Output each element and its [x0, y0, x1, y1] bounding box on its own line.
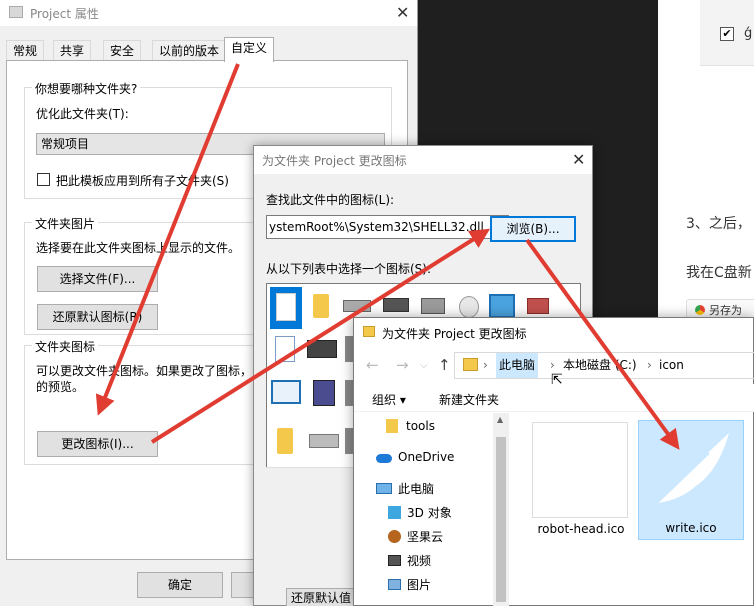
- breadcrumb-local-disk[interactable]: 本地磁盘 (C:): [563, 353, 637, 378]
- paint-icon[interactable]: [527, 298, 549, 314]
- command-bar: 组织 ▾ 新建文件夹: [354, 384, 754, 412]
- tree-item-pictures[interactable]: 图片: [407, 576, 431, 593]
- pictures-icon: [388, 579, 401, 590]
- breadcrumb-icon[interactable]: icon: [659, 353, 684, 378]
- mouse-cursor-icon: ⇱: [551, 372, 563, 388]
- folder-icon[interactable]: [277, 428, 293, 454]
- change-icon-button[interactable]: 更改图标(I)...: [37, 431, 158, 457]
- file-tile-write[interactable]: write.ico: [638, 420, 744, 540]
- restore-default-image-button[interactable]: 还原默认图标(R): [37, 304, 158, 330]
- folder-picture-title: 文件夹图片: [32, 215, 99, 232]
- background-checkbox[interactable]: ✔: [720, 27, 734, 41]
- chevron-right-icon: ›: [647, 358, 652, 372]
- video-icon: [388, 555, 401, 566]
- new-folder-button[interactable]: 新建文件夹: [439, 391, 499, 408]
- network-drive-icon[interactable]: [307, 340, 337, 358]
- optimize-value: 常规项目: [41, 137, 90, 151]
- icon-list-scrollbar[interactable]: [266, 467, 356, 483]
- drive-icon[interactable]: [343, 300, 371, 312]
- file-name-robot-head: robot-head.ico: [537, 522, 625, 536]
- scroll-up-icon[interactable]: ▲: [497, 415, 503, 424]
- tree-item-tools[interactable]: tools: [406, 419, 435, 433]
- change-icon-titlebar: 为文件夹 Project 更改图标 ✕: [254, 146, 592, 174]
- apply-template-checkbox[interactable]: [37, 173, 50, 186]
- article-line-2: 我在C盘新: [686, 265, 752, 281]
- article-line-1: 3、之后，: [686, 216, 751, 232]
- chevron-right-icon: ›: [483, 358, 488, 372]
- file-name-write: write.ico: [665, 521, 717, 535]
- tree-item-3d-objects[interactable]: 3D 对象: [407, 504, 452, 521]
- removable-drive-icon[interactable]: [309, 434, 339, 448]
- tree-item-nutstore[interactable]: 坚果云: [407, 528, 443, 545]
- select-icon-label: 从以下列表中选择一个图标(S):: [266, 262, 432, 276]
- monitor-icon[interactable]: [489, 294, 515, 318]
- cloud-icon: [376, 454, 392, 463]
- recent-chevron-icon[interactable]: ⌵: [420, 360, 428, 371]
- tab-sharing[interactable]: 共享: [53, 40, 92, 61]
- tree-item-onedrive[interactable]: OneDrive: [398, 450, 454, 464]
- computer-icon: [376, 483, 392, 494]
- folder-icon: [463, 358, 478, 371]
- tab-security[interactable]: 安全: [103, 40, 142, 61]
- properties-title: Project 属性: [30, 7, 99, 21]
- icon-file-path-input[interactable]: ystemRoot%\System32\SHELL32.dll: [266, 215, 509, 239]
- tree-scrollbar[interactable]: ▲: [493, 413, 509, 606]
- icon-desc-line1: 可以更改文件夹图标。如果更改了图标，: [36, 364, 253, 378]
- close-icon[interactable]: ✕: [572, 150, 585, 169]
- file-tile-robot-head[interactable]: robot-head.ico: [530, 422, 632, 540]
- folder-type-title: 你想要哪种文件夹?: [32, 80, 141, 97]
- folder-icon: [386, 419, 398, 433]
- background-checkbox-tail: ǵ: [744, 26, 753, 41]
- choose-file-desc: 选择要在此文件夹图标上显示的文件。: [36, 241, 241, 255]
- breadcrumb-this-pc[interactable]: 此电脑: [496, 353, 539, 378]
- tab-customize[interactable]: 自定义: [224, 37, 275, 62]
- folder-icon: [363, 326, 375, 337]
- window-icon[interactable]: [271, 380, 301, 404]
- folder-icon-title: 文件夹图标: [32, 338, 99, 355]
- folder-icon[interactable]: [313, 294, 329, 318]
- chip-icon[interactable]: [383, 298, 409, 312]
- tree-item-videos[interactable]: 视频: [407, 552, 431, 569]
- 3d-objects-icon: [388, 506, 401, 519]
- file-dialog-titlebar: 为文件夹 Project 更改图标: [354, 318, 753, 348]
- lookup-label: 查找此文件中的图标(L):: [266, 193, 395, 207]
- blank-document-icon[interactable]: [276, 293, 296, 321]
- change-icon-title: 为文件夹 Project 更改图标: [262, 154, 407, 168]
- clock-icon[interactable]: [459, 296, 479, 318]
- apply-template-label: 把此模板应用到所有子文件夹(S): [56, 174, 229, 188]
- choose-file-button[interactable]: 选择文件(F)...: [37, 266, 158, 292]
- address-bar[interactable]: › 此电脑 › 本地磁盘 (C:) › icon: [454, 352, 754, 379]
- navigation-tree: tools OneDrive 此电脑 3D 对象 坚果云 视频 图片 ▲: [354, 413, 509, 606]
- feather-icon: [656, 433, 729, 504]
- properties-titlebar: Project 属性 ✕: [0, 0, 417, 26]
- optimize-label: 优化此文件夹(T):: [36, 107, 129, 121]
- ok-button[interactable]: 确定: [137, 572, 223, 598]
- up-arrow-icon[interactable]: ↑: [438, 356, 451, 374]
- scrollbar-thumb[interactable]: [496, 437, 506, 602]
- printer-icon[interactable]: [421, 298, 445, 314]
- save-as-label: 另存为: [709, 304, 742, 317]
- forward-arrow-icon[interactable]: →: [396, 356, 409, 374]
- text-document-icon[interactable]: [275, 336, 295, 362]
- file-dialog: 为文件夹 Project 更改图标 ← → ⌵ ↑ › 此电脑 › 本地磁盘 (…: [353, 317, 754, 606]
- tree-item-this-pc[interactable]: 此电脑: [398, 480, 434, 497]
- close-icon[interactable]: ✕: [396, 3, 409, 22]
- organize-menu[interactable]: 组织 ▾: [372, 391, 406, 408]
- restore-defaults-button[interactable]: 还原默认值: [286, 588, 356, 606]
- back-arrow-icon[interactable]: ←: [366, 356, 379, 374]
- folder-icon: [9, 6, 23, 18]
- icon-desc-line2: 的预览。: [36, 380, 85, 394]
- robot-head-thumbnail: [532, 422, 628, 518]
- tab-previous-versions[interactable]: 以前的版本: [152, 40, 227, 61]
- browse-button[interactable]: 浏览(B)...: [490, 216, 576, 242]
- floppy-icon[interactable]: [313, 380, 335, 406]
- file-dialog-title: 为文件夹 Project 更改图标: [382, 327, 527, 341]
- chrome-icon: [695, 305, 705, 315]
- nutstore-icon: [388, 530, 401, 543]
- tab-general[interactable]: 常规: [6, 40, 45, 61]
